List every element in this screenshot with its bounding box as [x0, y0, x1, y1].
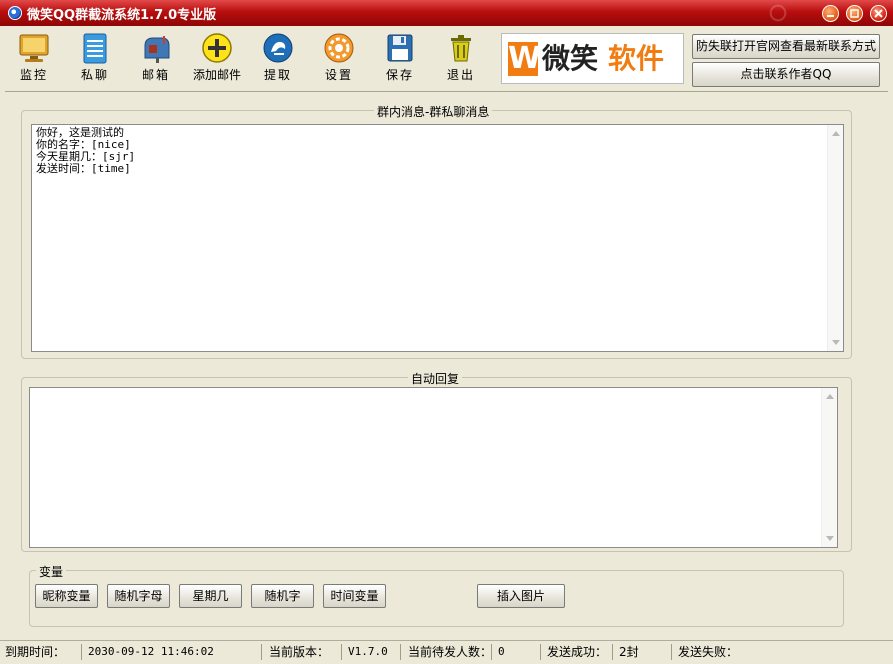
status-divider — [491, 644, 492, 660]
fail-label: 发送失败： — [678, 645, 739, 659]
version-label: 当前版本： — [269, 645, 330, 659]
auto-reply-text — [30, 388, 837, 392]
toolbar-settings-label: 设置 — [324, 68, 353, 82]
group-message-text: 你好，这是测试的 你的名字：[nice] 今天星期几：[sjr] 发送时间：[t… — [36, 126, 136, 175]
status-divider — [400, 644, 401, 660]
scroll-up-icon[interactable] — [826, 394, 834, 399]
app-logo-icon — [8, 6, 22, 20]
official-site-button[interactable]: 防失联打开官网查看最新联系方式 — [692, 34, 880, 59]
status-divider — [261, 644, 262, 660]
status-bar: 到期时间： 2030-09-12 11:46:02 当前版本： V1.7.0 当… — [0, 640, 893, 664]
gear-icon — [323, 32, 355, 64]
scroll-down-icon[interactable] — [826, 536, 834, 541]
cloud-decoration-icon — [760, 0, 820, 26]
status-divider — [540, 644, 541, 660]
auto-reply-group: 自动回复 — [21, 370, 852, 552]
version-value: V1.7.0 — [348, 645, 388, 658]
pending-label: 当前待发人数： — [408, 645, 493, 659]
success-value: 2封 — [619, 645, 639, 659]
toolbar-mailbox-button[interactable]: 邮箱 — [128, 32, 184, 83]
mailbox-icon — [140, 32, 172, 64]
toolbar-save-button[interactable]: 保存 — [372, 32, 428, 83]
group-message-textarea[interactable]: 你好，这是测试的 你的名字：[nice] 今天星期几：[sjr] 发送时间：[t… — [31, 124, 844, 352]
monitor-icon — [18, 32, 50, 64]
brand-text-a: 微笑 — [542, 42, 599, 75]
expire-value: 2030-09-12 11:46:02 — [88, 645, 214, 658]
status-divider — [341, 644, 342, 660]
toolbar-exit-button[interactable]: 退出 — [433, 32, 489, 83]
success-label: 发送成功： — [547, 645, 608, 659]
scroll-up-icon[interactable] — [832, 131, 840, 136]
notepad-icon — [79, 32, 111, 64]
toolbar-settings-button[interactable]: 设置 — [311, 32, 367, 83]
close-icon — [874, 9, 883, 18]
window-title: 微笑QQ群截流系统1.7.0专业版 — [27, 8, 217, 23]
brand-text-b: 软件 — [608, 42, 665, 75]
toolbar-save-label: 保存 — [385, 68, 414, 82]
status-divider — [81, 644, 82, 660]
group-message-legend: 群内消息-群私聊消息 — [374, 103, 493, 120]
toolbar-separator — [5, 91, 888, 92]
floppy-disk-icon — [384, 32, 416, 64]
toolbar-monitor-button[interactable]: 监控 — [6, 32, 62, 83]
toolbar-exit-label: 退出 — [446, 68, 475, 82]
contact-author-button[interactable]: 点击联系作者QQ — [692, 62, 880, 87]
status-divider — [612, 644, 613, 660]
close-button[interactable] — [870, 5, 887, 22]
group-message-group: 群内消息-群私聊消息 你好，这是测试的 你的名字：[nice] 今天星期几：[s… — [21, 103, 852, 359]
minimize-button[interactable] — [822, 5, 839, 22]
toolbar-add-mail-button[interactable]: 添加邮件 — [189, 32, 245, 83]
pending-value: 0 — [498, 645, 505, 658]
random-letter-button[interactable]: 随机字母 — [107, 584, 170, 608]
toolbar-monitor-label: 监控 — [19, 68, 48, 82]
nickname-variable-button[interactable]: 昵称变量 — [35, 584, 98, 608]
variables-legend: 变量 — [36, 563, 67, 580]
toolbar-add-mail-label: 添加邮件 — [192, 68, 241, 82]
toolbar-private-chat-label: 私聊 — [80, 68, 109, 82]
weekday-button[interactable]: 星期几 — [179, 584, 242, 608]
auto-reply-textarea[interactable] — [29, 387, 838, 548]
random-char-button[interactable]: 随机字 — [251, 584, 314, 608]
toolbar-extract-button[interactable]: 提取 — [250, 32, 306, 83]
auto-reply-scrollbar[interactable] — [821, 388, 837, 547]
status-divider — [671, 644, 672, 660]
maximize-button[interactable] — [846, 5, 863, 22]
group-message-scrollbar[interactable] — [827, 125, 843, 351]
auto-reply-legend: 自动回复 — [408, 370, 463, 387]
extract-icon — [262, 32, 294, 64]
add-circle-icon — [201, 32, 233, 64]
brand-w-mark: W — [508, 41, 542, 76]
toolbar-private-chat-button[interactable]: 私聊 — [67, 32, 123, 83]
insert-image-button[interactable]: 插入图片 — [477, 584, 565, 608]
title-bar[interactable]: 微笑QQ群截流系统1.7.0专业版 — [0, 0, 893, 26]
trash-can-icon — [445, 32, 477, 64]
toolbar-mailbox-label: 邮箱 — [141, 68, 170, 82]
toolbar-extract-label: 提取 — [263, 68, 292, 82]
scroll-down-icon[interactable] — [832, 340, 840, 345]
time-variable-button[interactable]: 时间变量 — [323, 584, 386, 608]
minimize-icon — [827, 15, 834, 17]
expire-label: 到期时间： — [5, 645, 66, 659]
maximize-icon — [850, 9, 859, 18]
main-window: 微笑QQ群截流系统1.7.0专业版 监控 私聊 邮箱 添加邮件 提取 设置 保存… — [0, 0, 893, 664]
brand-logo: W 微笑 软件 — [501, 33, 684, 84]
